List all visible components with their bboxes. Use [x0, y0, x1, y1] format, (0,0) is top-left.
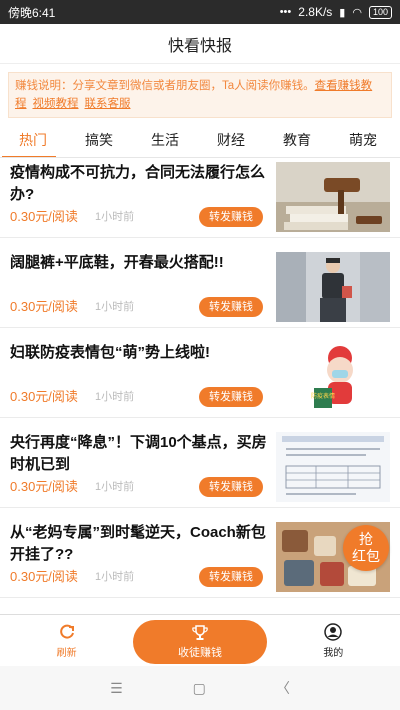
article-time: 1小时前: [95, 481, 135, 493]
status-icons: ••• 2.8K/s ▮ ◠ 100: [280, 5, 392, 19]
article-thumbnail-gavel: [276, 162, 390, 232]
article-thumbnail-fashion: [276, 252, 390, 322]
article-item[interactable]: 央行再度“降息”！下调10个基点，买房时机已到 0.30元/阅读 1小时前 转发…: [0, 418, 400, 508]
article-price: 0.30元/阅读: [10, 209, 78, 224]
article-thumbnail-document: [276, 432, 390, 502]
article-price: 0.30元/阅读: [10, 479, 78, 494]
article-time: 1小时前: [95, 571, 135, 583]
recruit-earn-button[interactable]: 收徒赚钱: [133, 620, 267, 664]
recruit-earn-label: 收徒赚钱: [178, 647, 222, 659]
contact-support-link[interactable]: 联系客服: [85, 98, 131, 110]
page-title: 快看快报: [167, 37, 232, 55]
share-earn-button[interactable]: 转发赚钱: [199, 297, 263, 317]
article-title: 阔腿裤+平底鞋，开春最火搭配!!: [10, 254, 224, 271]
trophy-icon: [192, 625, 208, 640]
network-speed: 2.8K/s: [298, 5, 333, 19]
home-icon[interactable]: ▢: [193, 680, 206, 697]
red-packet-button[interactable]: 抢 红包: [343, 525, 389, 571]
more-dots-icon: •••: [279, 6, 292, 18]
video-tutorial-link[interactable]: 视频教程: [33, 98, 79, 110]
signal-icon: ▮: [339, 6, 346, 19]
system-nav-bar: ☰ ▢ 〈: [0, 666, 400, 710]
article-price: 0.30元/阅读: [10, 299, 78, 314]
article-price: 0.30元/阅读: [10, 569, 78, 584]
share-earn-button[interactable]: 转发赚钱: [199, 387, 263, 407]
refresh-button[interactable]: 刷新: [0, 615, 133, 666]
red-packet-line1: 抢: [359, 531, 373, 547]
status-bar: 傍晚6:41 ••• 2.8K/s ▮ ◠ 100: [0, 0, 400, 24]
article-time: 1小时前: [95, 391, 135, 403]
bottom-nav: 刷新 我的 收徒赚钱: [0, 614, 400, 666]
user-icon: [324, 622, 343, 641]
article-list: 疫情构成不可抗力，合同无法履行怎么办? 0.30元/阅读 1小时前 转发赚钱 阔…: [0, 148, 400, 598]
article-title: 妇联防疫表情包“萌”势上线啦!: [10, 344, 210, 361]
share-earn-button[interactable]: 转发赚钱: [199, 207, 263, 227]
menu-icon[interactable]: ☰: [110, 680, 123, 697]
earning-notice: 赚钱说明：分享文章到微信或者朋友圈，Ta人阅读你赚钱。查看赚钱教程 视频教程 联系客…: [8, 72, 392, 118]
notice-text: 赚钱说明：分享文章到微信或者朋友圈，Ta人阅读你赚钱。: [15, 80, 315, 92]
refresh-label: 刷新: [56, 647, 77, 659]
article-time: 1小时前: [95, 211, 135, 223]
article-item[interactable]: 从“老妈专属”到时髦逆天，Coach新包开挂了?? 0.30元/阅读 1小时前 …: [0, 508, 400, 598]
article-thumbnail-sticker: 防疫表情: [276, 342, 390, 412]
share-earn-button[interactable]: 转发赚钱: [199, 567, 263, 587]
article-item[interactable]: 阔腿裤+平底鞋，开春最火搭配!! 0.30元/阅读 1小时前 转发赚钱: [0, 238, 400, 328]
article-item[interactable]: 疫情构成不可抗力，合同无法履行怎么办? 0.30元/阅读 1小时前 转发赚钱: [0, 148, 400, 238]
status-time: 傍晚6:41: [8, 5, 56, 20]
wifi-icon: ◠: [352, 6, 362, 19]
article-title: 央行再度“降息”！下调10个基点，买房时机已到: [10, 434, 267, 473]
article-item[interactable]: 妇联防疫表情包“萌”势上线啦! 0.30元/阅读 1小时前 转发赚钱 防疫表情: [0, 328, 400, 418]
article-price: 0.30元/阅读: [10, 389, 78, 404]
app-bar: 快看快报: [0, 24, 400, 64]
battery-icon: 100: [368, 5, 392, 19]
share-earn-button[interactable]: 转发赚钱: [199, 477, 263, 497]
article-title: 疫情构成不可抗力，合同无法履行怎么办?: [10, 164, 266, 203]
article-title: 从“老妈专属”到时髦逆天，Coach新包开挂了??: [10, 524, 266, 563]
red-packet-line2: 红包: [352, 548, 380, 564]
profile-button[interactable]: 我的: [267, 615, 400, 666]
article-time: 1小时前: [95, 301, 135, 313]
back-icon[interactable]: 〈: [276, 678, 290, 698]
sticker-caption: 防疫表情: [311, 392, 335, 400]
refresh-icon: [59, 624, 74, 639]
profile-label: 我的: [323, 647, 344, 659]
